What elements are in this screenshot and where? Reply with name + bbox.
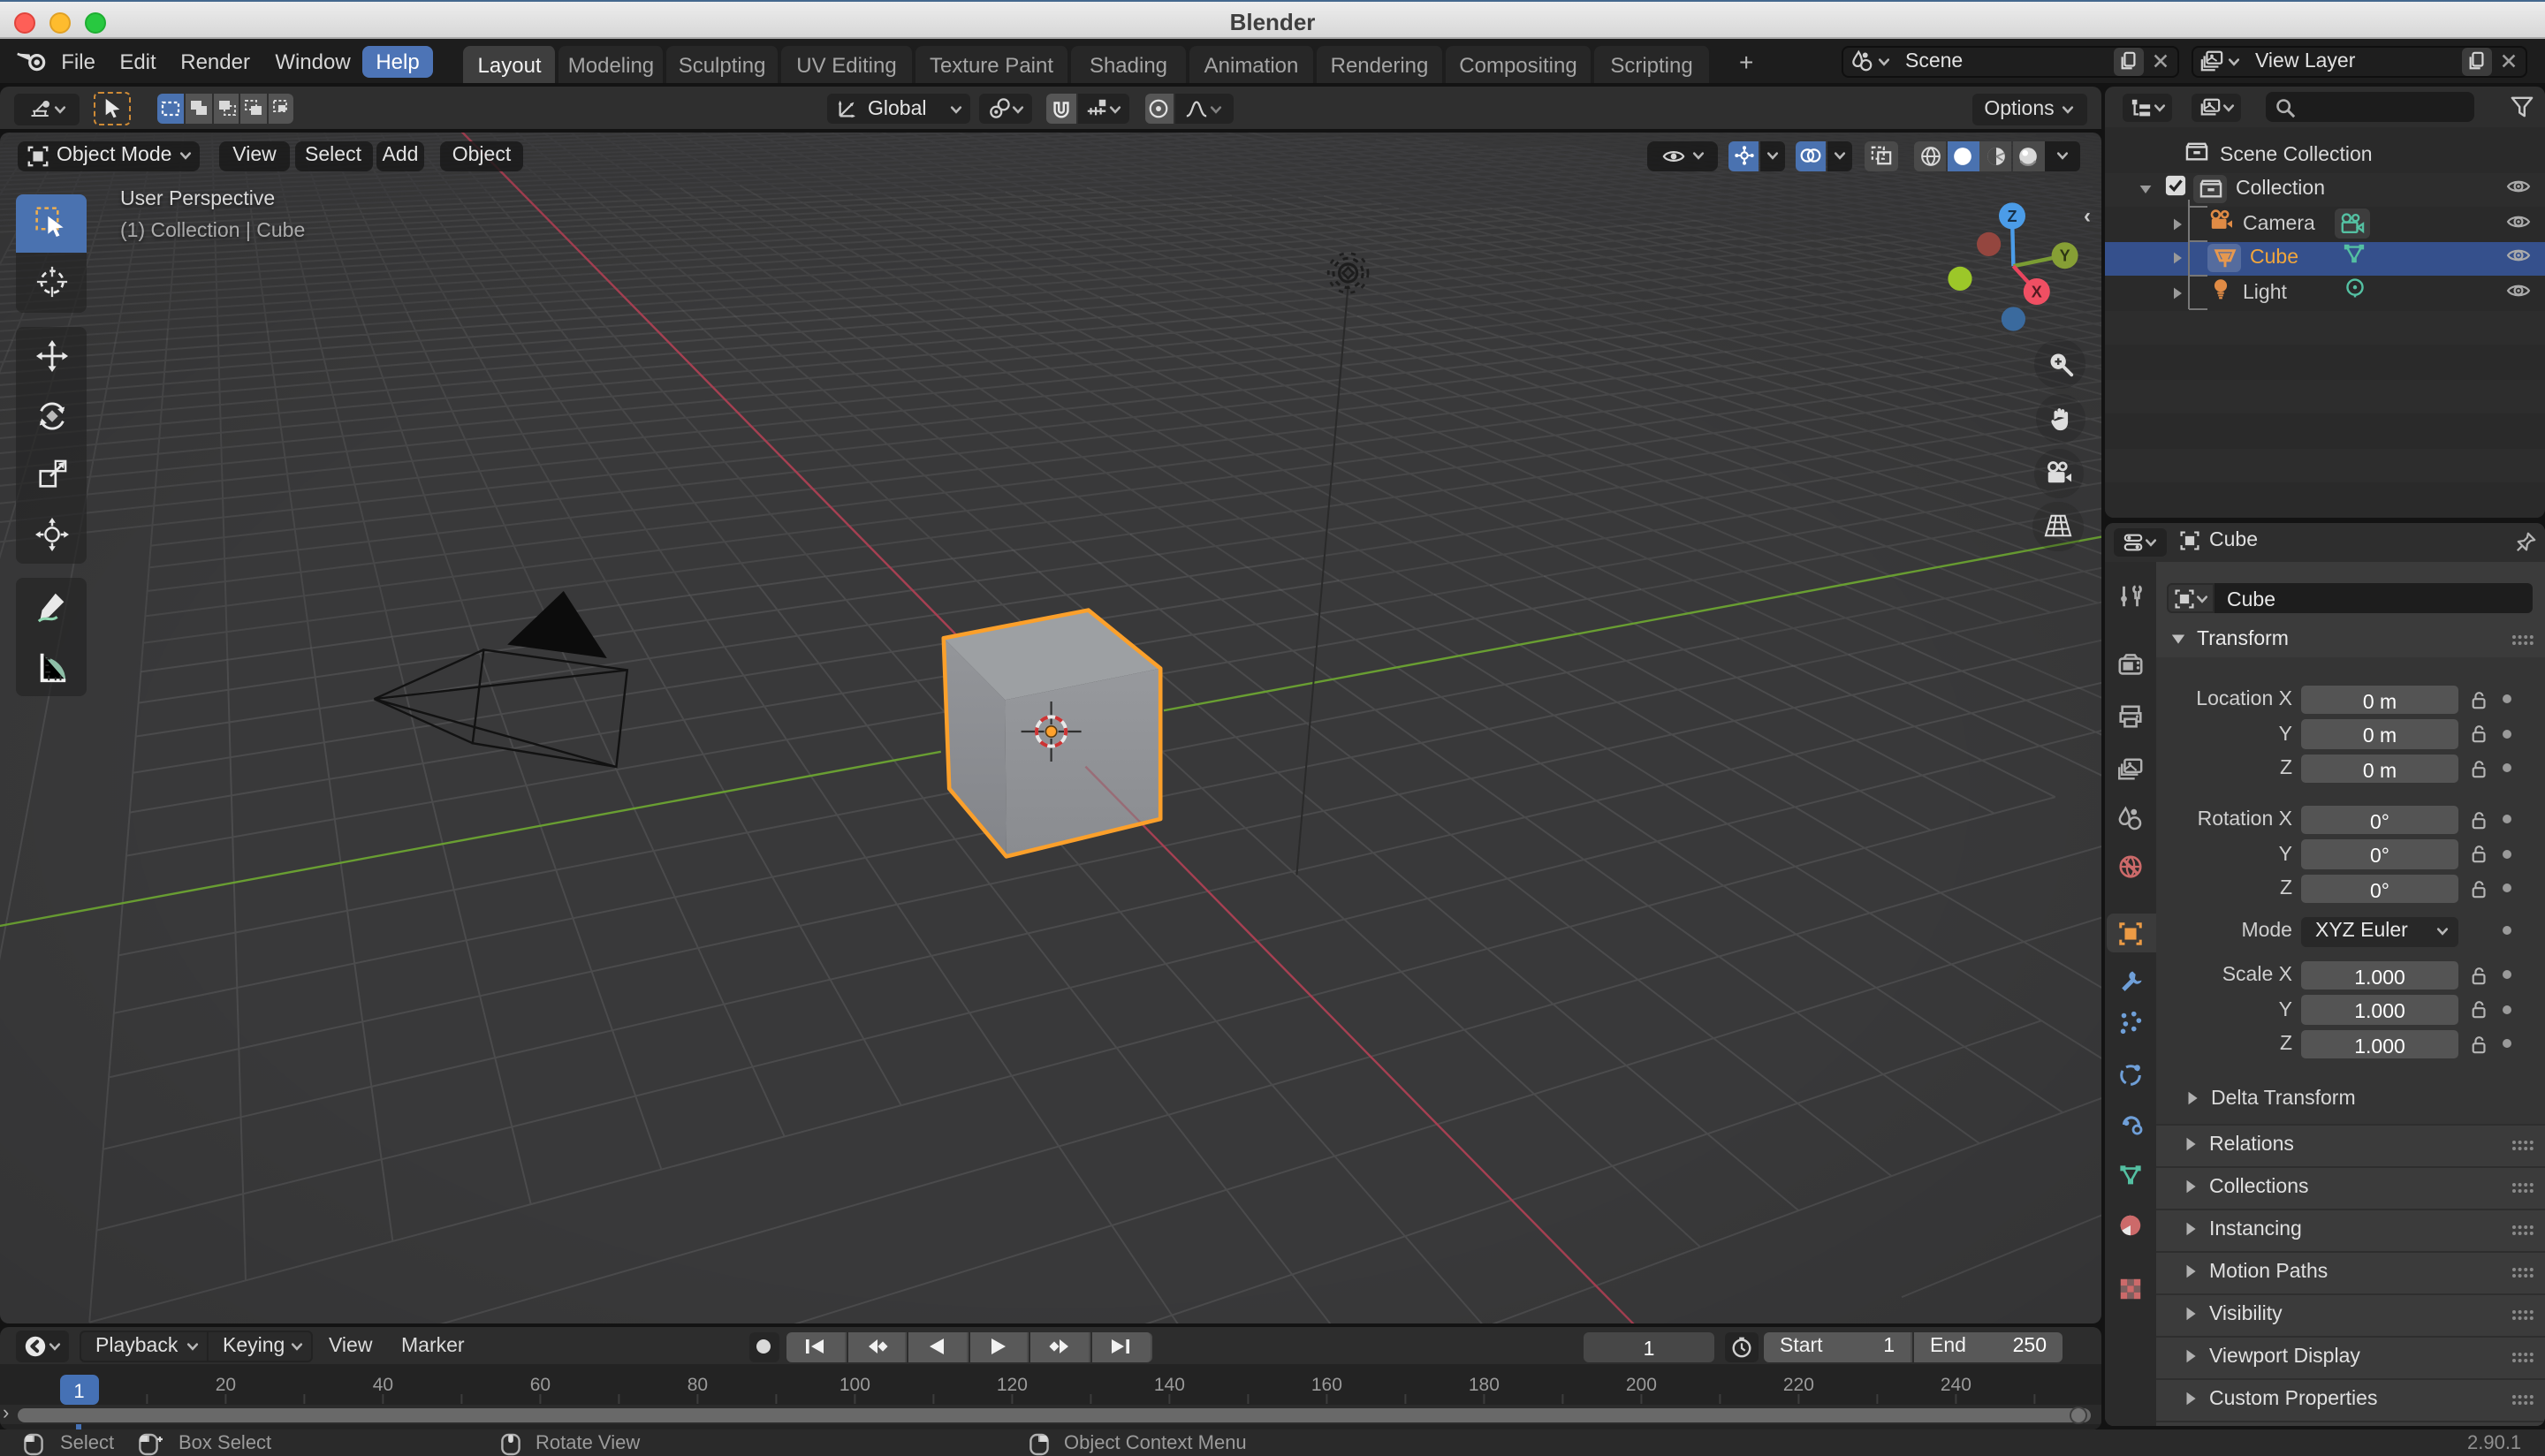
svg-text:Y: Y [2060,247,2070,265]
svg-text:X: X [2032,283,2042,300]
svg-text:Z: Z [2008,208,2017,225]
